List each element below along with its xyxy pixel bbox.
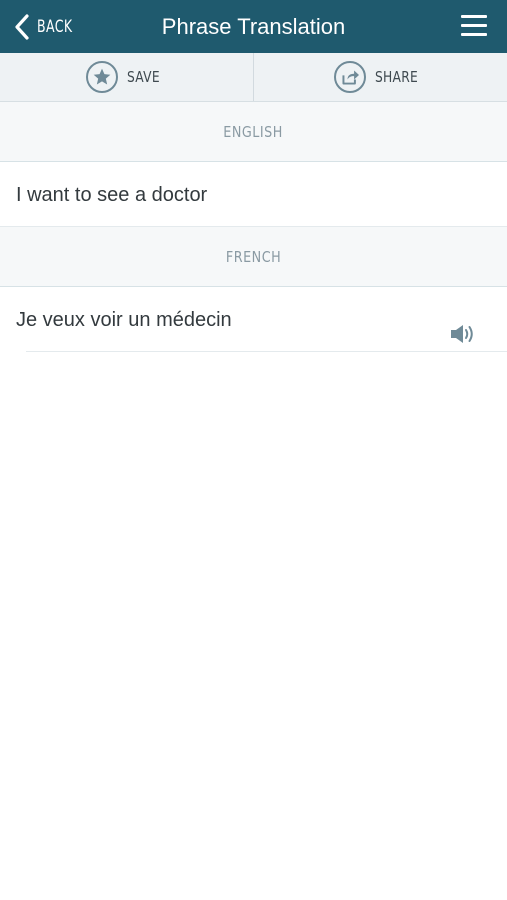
star-icon [85, 61, 118, 93]
share-icon [333, 61, 366, 93]
back-label: BACK [37, 17, 73, 37]
target-phrase: Je veux voir un médecin [16, 309, 232, 331]
action-toolbar: SAVE SHARE [0, 53, 507, 102]
speaker-icon[interactable] [449, 308, 477, 343]
source-phrase-row: I want to see a doctor [0, 163, 507, 227]
source-language-header: ENGLISH [0, 102, 507, 162]
target-language-label: FRENCH [225, 248, 282, 266]
back-button[interactable]: BACK [14, 12, 80, 42]
target-phrase-row: Je veux voir un médecin [0, 288, 507, 352]
share-button[interactable]: SHARE [253, 53, 507, 101]
source-phrase: I want to see a doctor [16, 184, 208, 206]
share-label: SHARE [374, 68, 418, 86]
source-language-label: ENGLISH [223, 123, 284, 141]
save-button[interactable]: SAVE [0, 53, 253, 101]
save-label: SAVE [126, 68, 160, 86]
hamburger-menu-icon[interactable] [461, 15, 487, 37]
target-language-header: FRENCH [0, 227, 507, 287]
chevron-left-icon [15, 14, 29, 40]
divider [26, 351, 507, 352]
app-header: BACK Phrase Translation [0, 0, 507, 53]
